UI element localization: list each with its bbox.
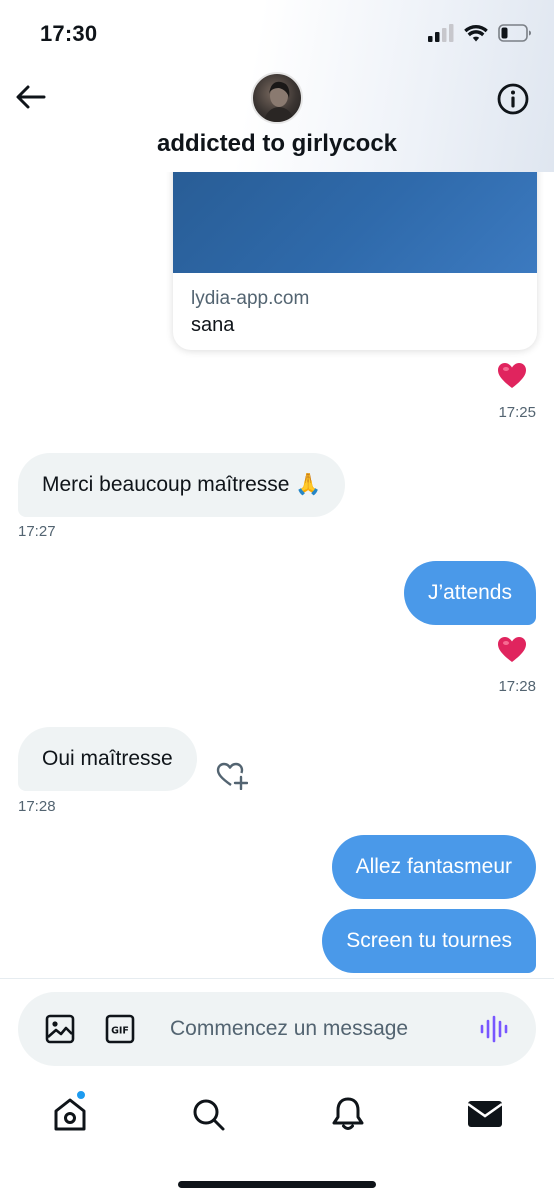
- add-reaction-icon[interactable]: [216, 760, 248, 790]
- avatar[interactable]: [251, 72, 303, 124]
- message-timestamp: 17:28: [498, 678, 536, 695]
- message-timestamp: 17:27: [18, 523, 56, 540]
- search-icon[interactable]: [188, 1094, 228, 1134]
- gif-icon[interactable]: GIF: [105, 1014, 135, 1044]
- wifi-icon: [464, 25, 488, 42]
- info-icon[interactable]: [496, 82, 530, 116]
- svg-text:GIF: GIF: [111, 1026, 129, 1037]
- message-composer: GIF: [18, 992, 536, 1066]
- link-domain: lydia-app.com: [191, 288, 310, 309]
- image-icon[interactable]: [44, 1013, 76, 1045]
- bell-icon[interactable]: [328, 1094, 368, 1134]
- message-bubble-sent[interactable]: Allez fantasmeur: [331, 835, 536, 899]
- status-time: 17:30: [40, 21, 98, 46]
- battery-icon: [498, 24, 531, 42]
- message-bubble-received[interactable]: Oui maîtresse: [18, 727, 197, 791]
- conversation-title[interactable]: addicted to girlycock: [0, 130, 554, 158]
- back-arrow-icon[interactable]: [14, 82, 48, 112]
- link-title: sana: [191, 314, 235, 336]
- voice-icon[interactable]: [478, 1013, 510, 1045]
- signal-icon: [428, 24, 454, 42]
- home-indicator[interactable]: [178, 1181, 376, 1188]
- link-preview-card[interactable]: lydia-app.com sana: [173, 150, 537, 350]
- status-icons: [428, 24, 532, 42]
- message-bubble-sent[interactable]: J’attends: [403, 561, 536, 625]
- message-bubble-sent[interactable]: Screen tu tournes: [322, 909, 536, 973]
- composer-divider: [0, 978, 554, 979]
- notification-dot: [76, 1090, 86, 1100]
- home-icon[interactable]: [50, 1094, 90, 1134]
- message-bubble-received[interactable]: Merci beaucoup maîtresse 🙏: [18, 453, 346, 517]
- heart-icon[interactable]: [497, 362, 527, 390]
- message-timestamp: 17:28: [18, 798, 56, 815]
- message-input[interactable]: [170, 1014, 460, 1044]
- mail-icon[interactable]: [465, 1094, 505, 1134]
- message-timestamp: 17:25: [498, 404, 536, 421]
- status-bar: 17:30: [0, 0, 554, 66]
- heart-icon[interactable]: [497, 636, 527, 664]
